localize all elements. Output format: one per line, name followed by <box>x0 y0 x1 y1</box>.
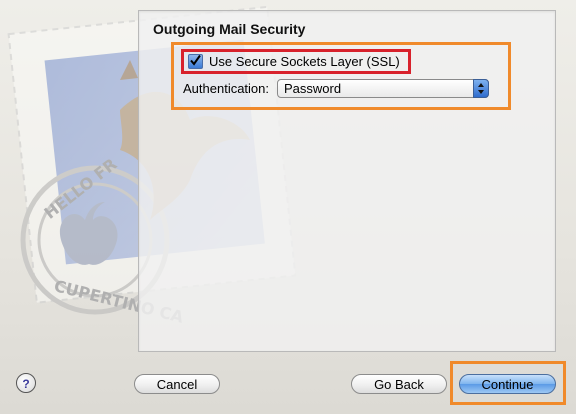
go-back-button[interactable]: Go Back <box>351 374 447 394</box>
continue-highlight-box <box>450 361 566 405</box>
help-button[interactable]: ? <box>16 373 36 393</box>
section-title: Outgoing Mail Security <box>153 21 306 37</box>
authentication-highlight-box <box>171 42 511 110</box>
cancel-button[interactable]: Cancel <box>134 374 220 394</box>
